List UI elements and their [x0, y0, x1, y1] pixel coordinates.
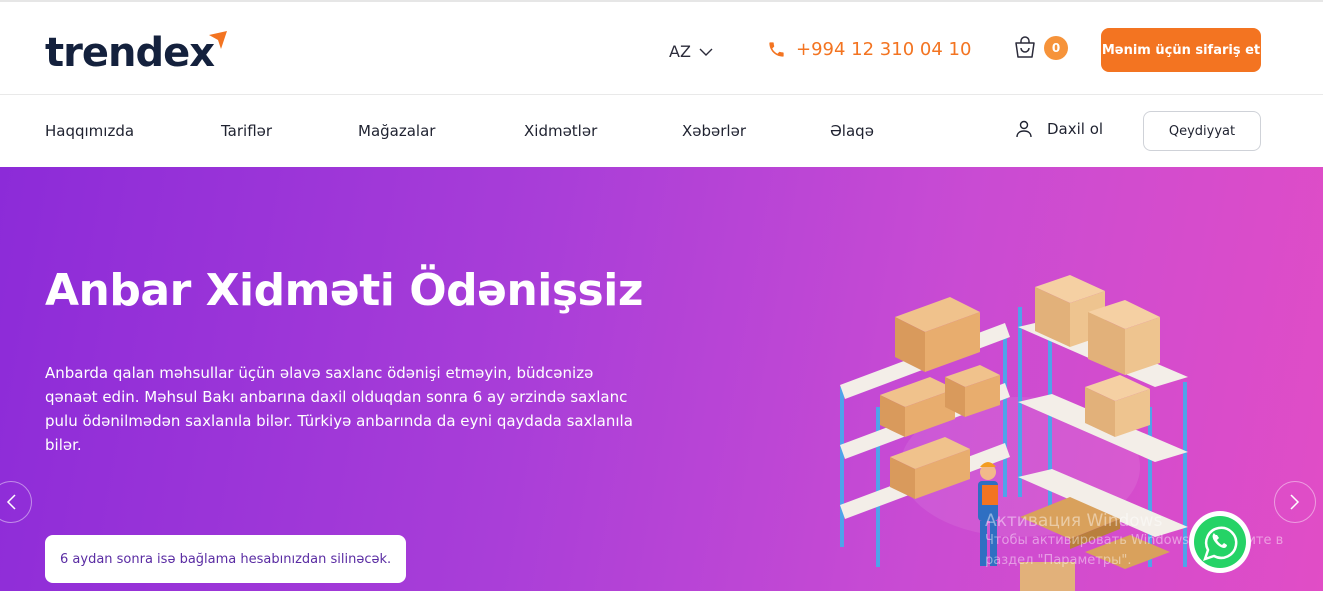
nav-item-contact[interactable]: Əlaqə — [830, 122, 874, 140]
hero-description: Anbarda qalan məhsullar üçün əlavə saxla… — [45, 364, 633, 454]
hero-note: 6 aydan sonra isə bağlama hesabınızdan s… — [45, 535, 407, 583]
nav-item-services[interactable]: Xidmətlər — [524, 122, 597, 140]
chevron-right-icon — [1290, 494, 1300, 510]
whatsapp-icon[interactable] — [1187, 509, 1253, 575]
login-link[interactable]: Daxil ol — [1015, 120, 1103, 138]
register-button[interactable]: Qeydiyyat — [1143, 111, 1261, 151]
page: trendex AZ +994 12 310 04 10 0 Mənim üçü… — [0, 0, 1323, 591]
nav-item-news[interactable]: Xəbərlər — [682, 122, 746, 140]
phone-icon — [769, 42, 784, 57]
login-label: Daxil ol — [1047, 120, 1104, 138]
slider-prev-button[interactable] — [0, 481, 32, 523]
chevron-left-icon — [6, 494, 16, 510]
nav-item-stores[interactable]: Mağazalar — [358, 122, 435, 140]
phone-number: +994 12 310 04 10 — [796, 39, 972, 60]
language-selector[interactable]: AZ — [669, 42, 713, 61]
phone-link[interactable]: +994 12 310 04 10 — [767, 39, 971, 60]
hero-title: Anbar Xidməti Ödənişsiz — [45, 265, 643, 316]
nav-item-tariffs[interactable]: Tariflər — [221, 122, 272, 140]
cart-button[interactable]: 0 — [1012, 35, 1068, 61]
hero-banner: Anbar Xidməti Ödənişsiz Anbarda qalan mə… — [0, 167, 1323, 591]
orange-arrow-icon — [209, 31, 227, 49]
language-label: AZ — [669, 42, 691, 61]
chevron-down-icon — [699, 48, 713, 56]
cart-icon — [1015, 36, 1035, 58]
nav-item-about[interactable]: Haqqımızda — [45, 122, 134, 140]
logo[interactable]: trendex — [45, 30, 215, 76]
top-bar: trendex AZ +994 12 310 04 10 0 Mənim üçü… — [0, 0, 1323, 95]
main-nav: Haqqımızda Tariflər Mağazalar Xidmətlər … — [0, 96, 1323, 167]
order-for-me-button[interactable]: Mənim üçün sifariş et — [1101, 28, 1261, 72]
user-icon — [1016, 120, 1032, 138]
cart-count-badge: 0 — [1044, 36, 1068, 60]
